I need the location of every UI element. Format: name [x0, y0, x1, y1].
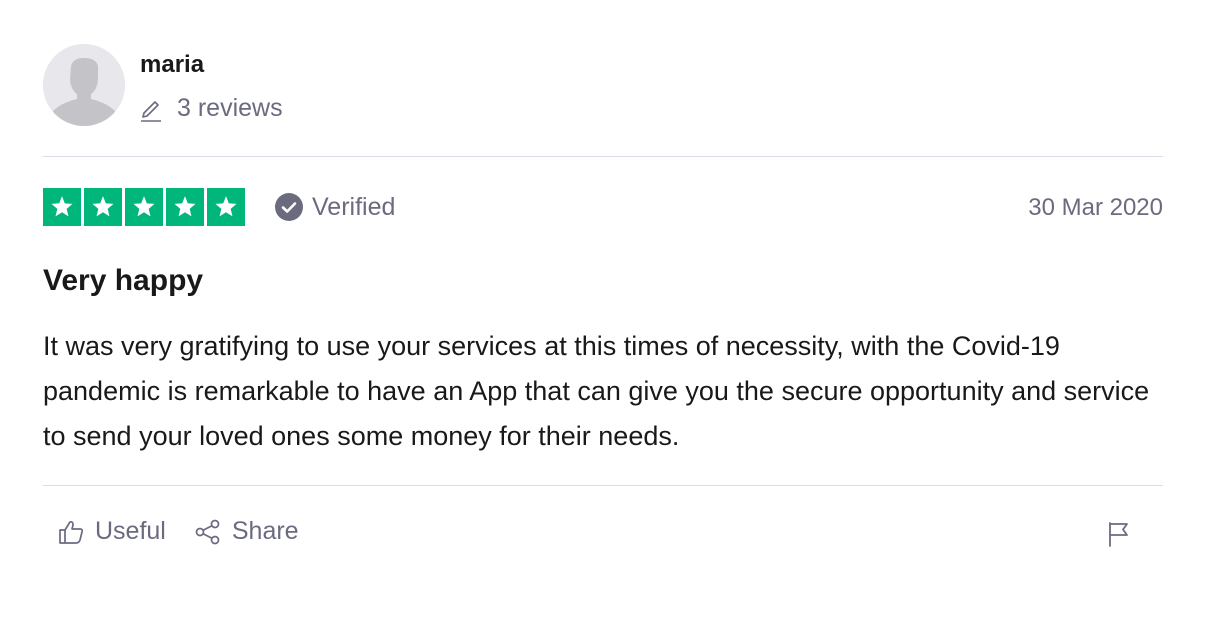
share-label: Share	[231, 517, 299, 545]
person-silhouette-icon	[43, 44, 125, 126]
share-icon	[195, 519, 220, 544]
divider	[43, 156, 1163, 157]
verified-label: Verified	[312, 192, 396, 221]
star-icon	[166, 188, 204, 226]
divider	[43, 485, 1163, 486]
review-title[interactable]: Very happy	[43, 264, 203, 298]
star-icon	[84, 188, 122, 226]
star-icon	[43, 188, 81, 226]
rating-row: Verified 30 Mar 2020	[43, 188, 1163, 226]
star-icon	[125, 188, 163, 226]
review-text: It was very gratifying to use your servi…	[43, 331, 1150, 451]
useful-label: Useful	[95, 517, 166, 545]
star-icon	[207, 188, 245, 226]
review-actions: Useful Share	[57, 517, 299, 546]
reviews-count-text: 3 reviews	[177, 94, 283, 122]
star-rating	[43, 188, 245, 226]
reviews-count[interactable]: 3 reviews	[140, 94, 283, 123]
useful-button[interactable]: Useful	[57, 517, 166, 546]
review-card: maria 3 reviews Verified 30 Mar 2020 Ver…	[43, 0, 1163, 626]
avatar[interactable]	[43, 44, 125, 126]
consumer-info: maria 3 reviews	[43, 44, 643, 128]
verified-badge[interactable]: Verified	[274, 192, 395, 222]
check-circle-icon	[275, 193, 303, 221]
flag-icon[interactable]	[1105, 520, 1133, 548]
share-button[interactable]: Share	[194, 517, 299, 546]
review-date: 30 Mar 2020	[1028, 194, 1163, 221]
thumbs-up-icon	[59, 520, 84, 544]
pencil-icon	[141, 100, 161, 122]
consumer-name[interactable]: maria	[140, 51, 204, 79]
